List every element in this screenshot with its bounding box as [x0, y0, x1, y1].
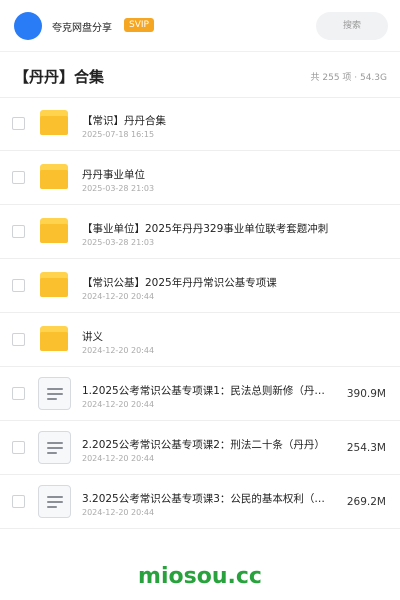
folder-header: 【丹丹】合集 共 255 项 · 54.3G [0, 52, 400, 98]
folder-icon [40, 164, 68, 189]
item-date: 2024-12-20 20:44 [82, 454, 155, 463]
item-size: 390.9M [346, 388, 386, 400]
select-checkbox[interactable] [12, 225, 25, 238]
select-checkbox[interactable] [12, 333, 25, 346]
item-name: 讲义 [82, 331, 103, 343]
top-bar: 夸克网盘分享 SVIP 搜索 [0, 0, 400, 52]
item-name: 【常识】丹丹合集 [82, 115, 166, 127]
item-name: 3.2025公考常识公基专项课3：公民的基本权利（丹丹） [82, 493, 334, 505]
document-icon [38, 431, 71, 464]
folder-meta: 共 255 项 · 54.3G [310, 73, 388, 83]
svip-badge: SVIP [124, 18, 154, 32]
item-date: 2025-03-28 21:03 [82, 238, 155, 247]
list-item[interactable]: 【事业单位】2025年丹丹329事业单位联考套题冲刺 2025-03-28 21… [0, 205, 400, 259]
item-date: 2024-12-20 20:44 [82, 400, 155, 409]
list-item[interactable]: 1.2025公考常识公基专项课1：民法总则新修（丹丹） 2024-12-20 2… [0, 367, 400, 421]
owner-name: 夸克网盘分享 [52, 23, 112, 34]
item-size: 254.3M [346, 442, 386, 454]
document-icon [38, 377, 71, 410]
select-checkbox[interactable] [12, 441, 25, 454]
document-icon [38, 485, 71, 518]
item-date: 2024-12-20 20:44 [82, 346, 155, 355]
select-checkbox[interactable] [12, 279, 25, 292]
avatar[interactable] [14, 12, 42, 40]
item-date: 2025-07-18 16:15 [82, 130, 155, 139]
select-checkbox[interactable] [12, 171, 25, 184]
item-name: 【事业单位】2025年丹丹329事业单位联考套题冲刺 [82, 223, 329, 235]
item-name: 2.2025公考常识公基专项课2：刑法二十条（丹丹） [82, 439, 325, 451]
list-item[interactable]: 2.2025公考常识公基专项课2：刑法二十条（丹丹） 2024-12-20 20… [0, 421, 400, 475]
folder-icon [40, 326, 68, 351]
item-name: 1.2025公考常识公基专项课1：民法总则新修（丹丹） [82, 385, 334, 397]
item-date: 2025-03-28 21:03 [82, 184, 155, 193]
item-name: 【常识公基】2025年丹丹常识公基专项课 [82, 277, 277, 289]
item-date: 2024-12-20 20:44 [82, 508, 155, 517]
item-size: 269.2M [346, 496, 386, 508]
folder-icon [40, 272, 68, 297]
search-button[interactable]: 搜索 [316, 12, 388, 40]
item-date: 2024-12-20 20:44 [82, 292, 155, 301]
watermark: miosou.cc [138, 564, 262, 589]
folder-icon [40, 218, 68, 243]
list-item[interactable]: 3.2025公考常识公基专项课3：公民的基本权利（丹丹） 2024-12-20 … [0, 475, 400, 529]
list-item[interactable]: 讲义 2024-12-20 20:44 [0, 313, 400, 367]
file-list: 【常识】丹丹合集 2025-07-18 16:15 丹丹事业单位 2025-03… [0, 97, 400, 529]
select-checkbox[interactable] [12, 387, 25, 400]
page-title: 【丹丹】合集 [14, 68, 105, 86]
list-item[interactable]: 【常识】丹丹合集 2025-07-18 16:15 [0, 97, 400, 151]
list-item[interactable]: 丹丹事业单位 2025-03-28 21:03 [0, 151, 400, 205]
item-name: 丹丹事业单位 [82, 169, 145, 181]
select-checkbox[interactable] [12, 495, 25, 508]
folder-icon [40, 110, 68, 135]
list-item[interactable]: 【常识公基】2025年丹丹常识公基专项课 2024-12-20 20:44 [0, 259, 400, 313]
select-checkbox[interactable] [12, 117, 25, 130]
